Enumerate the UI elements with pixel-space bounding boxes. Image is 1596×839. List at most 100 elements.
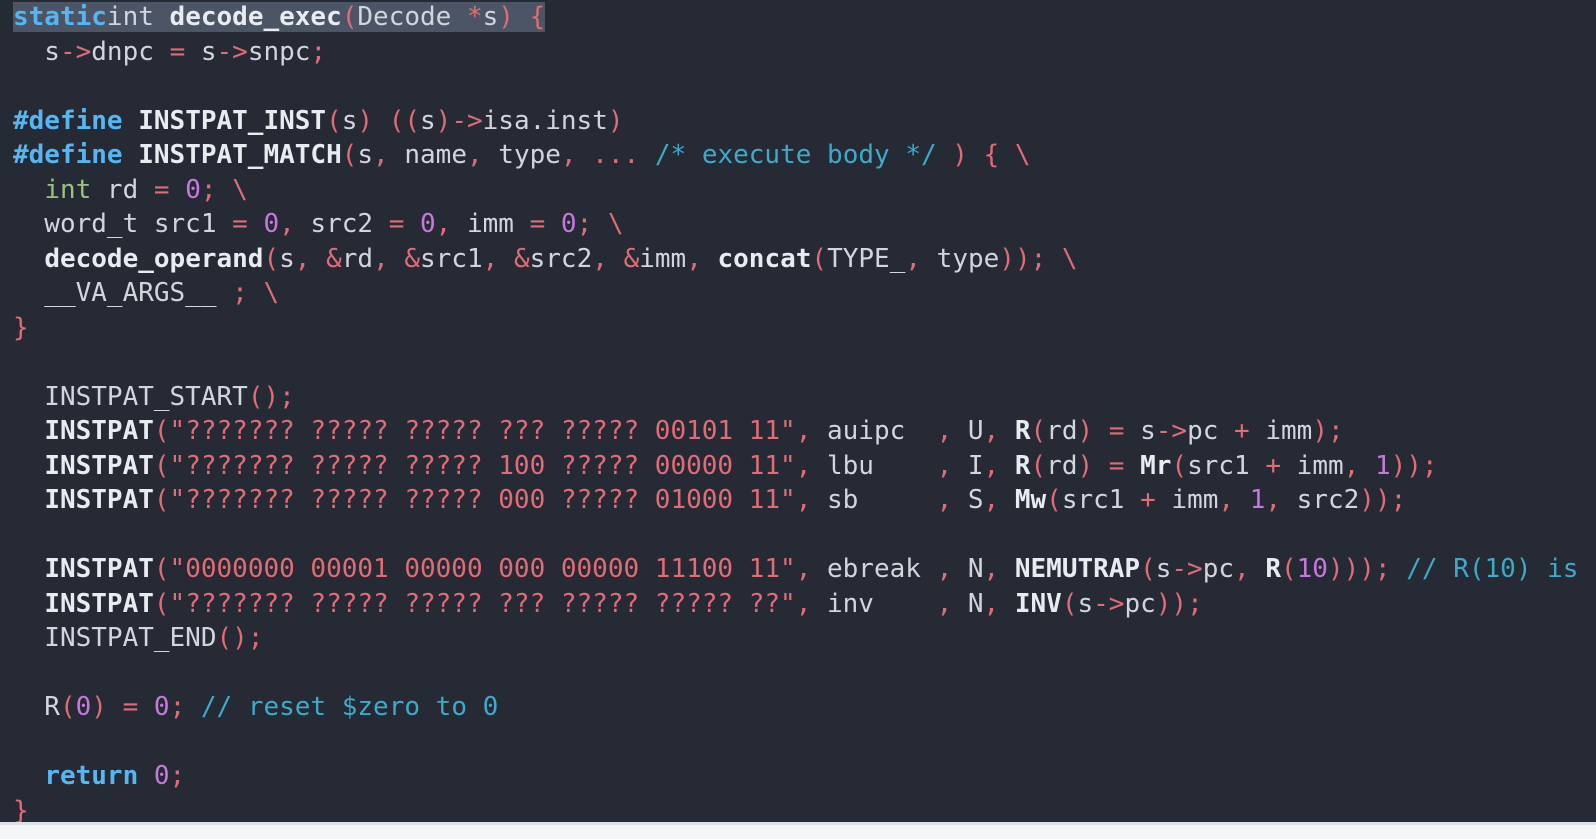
- code-token-plain: N: [952, 554, 984, 584]
- code-token-punc: ));: [1390, 450, 1438, 481]
- code-line[interactable]: #define INSTPAT_INST(s) ((s)->isa.inst): [13, 104, 624, 138]
- code-token-plain: word_t src1: [13, 209, 233, 239]
- code-token-str: "0000000 00001 00000 000 00000 11100 11": [169, 554, 796, 584]
- code-line[interactable]: decode_operand(s, &rd, &src1, &src2, &im…: [13, 242, 1077, 276]
- code-token-plain: s: [341, 105, 358, 136]
- code-token-plain: auipc: [811, 416, 937, 446]
- code-token-punc: ,: [1218, 485, 1235, 515]
- code-line[interactable]: R(0) = 0; // reset $zero to 0: [13, 690, 498, 724]
- code-token-punc: ,: [936, 588, 953, 619]
- code-token-plain: U: [952, 416, 984, 446]
- code-token-punc: (: [811, 243, 828, 274]
- code-token-op: =: [232, 209, 248, 239]
- code-token-op: =: [529, 209, 546, 239]
- code-editor[interactable]: staticint decode_exec(Decode *s) { s->dn…: [0, 0, 1596, 839]
- code-token-punc: ,: [936, 554, 953, 584]
- code-token-punc: ,: [592, 243, 608, 274]
- code-line[interactable]: INSTPAT("??????? ????? ????? ??? ????? 0…: [13, 414, 1343, 448]
- code-token-punc: (: [1061, 588, 1078, 619]
- code-token-fn: concat: [717, 243, 812, 274]
- code-line[interactable]: #define INSTPAT_MATCH(s, name, type, ...…: [13, 138, 1031, 172]
- code-token-op: &: [404, 243, 421, 274]
- code-token-plain: s: [1124, 416, 1156, 446]
- code-line[interactable]: INSTPAT("0000000 00001 00000 000 00000 1…: [13, 552, 1596, 586]
- code-token-punc: ): [498, 2, 514, 32]
- code-token-str: "??????? ????? ????? 000 ????? 01000 11": [169, 485, 796, 515]
- code-token-punc: ));: [999, 243, 1047, 274]
- code-token-punc: (: [59, 692, 76, 722]
- code-token-comment: // R(10) is $a0: [1406, 554, 1596, 584]
- code-token-op: =: [122, 692, 139, 722]
- code-token-fn: INSTPAT: [44, 450, 154, 481]
- code-token-punc: ();: [216, 623, 264, 653]
- code-token-punc: (: [341, 2, 358, 32]
- code-token-punc: ,: [435, 209, 452, 239]
- code-token-plain: rd: [1046, 416, 1078, 446]
- code-token-plain: src1: [1187, 450, 1266, 481]
- code-token-plain: R: [13, 692, 60, 722]
- code-token-num: 0: [560, 209, 577, 239]
- code-line[interactable]: int rd = 0; \: [13, 173, 248, 207]
- code-token-plain: s: [13, 36, 60, 67]
- code-token-fn: decode_operand: [44, 243, 264, 274]
- code-token-kw: #define: [13, 140, 123, 170]
- code-token-num: 0: [263, 209, 280, 239]
- code-token-plain: N: [952, 588, 984, 619]
- code-token-punc: ,: [795, 588, 812, 619]
- code-token-plain: s: [1077, 588, 1094, 619]
- code-token-plain: S: [952, 485, 984, 515]
- code-line[interactable]: return 0;: [13, 759, 185, 793]
- code-token-punc: }: [13, 795, 29, 826]
- code-token-plain: pc: [1124, 588, 1156, 619]
- code-token-plain: isa.inst: [482, 105, 608, 136]
- code-token-plain: int: [106, 2, 170, 32]
- code-token-fn: INSTPAT: [44, 416, 154, 446]
- code-token-punc: ,: [983, 416, 1000, 446]
- code-token-punc: (: [153, 416, 170, 446]
- code-line[interactable]: INSTPAT("??????? ????? ????? ??? ????? ?…: [13, 587, 1202, 621]
- code-token-num: 0: [153, 761, 170, 791]
- code-token-fn: NEMUTRAP: [1014, 554, 1141, 584]
- code-line[interactable]: staticint decode_exec(Decode *s) {: [13, 0, 546, 34]
- code-token-punc: ,: [279, 209, 295, 239]
- code-token-punc: (: [153, 485, 170, 515]
- code-line[interactable]: INSTPAT("??????? ????? ????? 000 ????? 0…: [13, 483, 1406, 517]
- code-line[interactable]: INSTPAT_START();: [13, 380, 294, 414]
- code-token-plain: lbu: [811, 450, 937, 481]
- code-token-plain: imm: [451, 209, 530, 239]
- code-token-plain: __VA_ARGS__: [13, 278, 233, 308]
- code-token-op: +: [1234, 416, 1250, 446]
- code-line[interactable]: word_t src1 = 0, src2 = 0, imm = 0; \: [13, 207, 623, 241]
- code-token-punc: (: [153, 554, 170, 584]
- code-token-fn: INSTPAT_MATCH: [138, 140, 342, 170]
- code-token-punc: (: [1030, 450, 1047, 481]
- code-token-op: ->: [59, 36, 92, 67]
- code-line[interactable]: INSTPAT_END();: [13, 621, 263, 655]
- code-token-op: ->: [1171, 554, 1203, 584]
- code-token-plain: src1: [1061, 485, 1141, 515]
- code-line[interactable]: INSTPAT("??????? ????? ????? 100 ????? 0…: [13, 449, 1438, 483]
- code-token-punc: (: [1171, 450, 1188, 481]
- code-line[interactable]: s->dnpc = s->snpc;: [13, 35, 326, 69]
- code-line[interactable]: }: [13, 311, 29, 345]
- code-token-plain: src2: [294, 209, 389, 239]
- code-line[interactable]: __VA_ARGS__ ; \: [13, 276, 279, 310]
- code-token-punc: }: [13, 312, 29, 343]
